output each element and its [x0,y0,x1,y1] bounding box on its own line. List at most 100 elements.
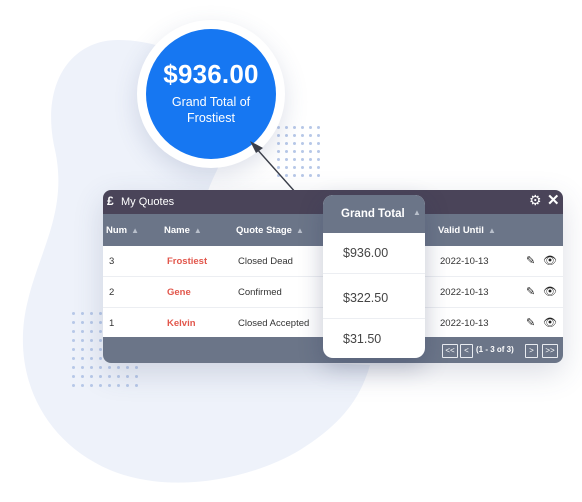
decor-dot [90,330,93,333]
cell-name-link[interactable]: Gene [167,287,191,298]
highlight-caption: Grand Total of Frostiest [171,95,251,125]
cell-num: 1 [109,318,115,329]
decor-dot [285,126,288,129]
decor-dot [72,321,75,324]
edit-icon[interactable]: ✎ [526,254,535,267]
decor-dot [277,142,280,145]
decor-dot [90,339,93,342]
decor-dot [317,150,320,153]
cell-quote-stage: Confirmed [238,287,282,298]
decor-dot [81,357,84,360]
decor-dot [117,375,120,378]
decor-dot [90,348,93,351]
cell-name-link[interactable]: Kelvin [167,318,196,329]
decor-dot [301,134,304,137]
decor-dot [90,384,93,387]
sort-icon: ▲︎ [193,226,202,235]
decor-dot [90,366,93,369]
decor-dot [72,330,75,333]
decor-dot [81,384,84,387]
view-icon[interactable]: 👁︎ [543,285,557,298]
decor-dot [301,142,304,145]
decor-dot [117,366,120,369]
decor-dot [99,312,102,315]
window-title: My Quotes [121,196,175,208]
decor-dot [72,357,75,360]
column-header-valid-until[interactable]: Valid Until ▲︎ [438,225,496,236]
decor-dot [72,339,75,342]
decor-dot [72,384,75,387]
column-header-grand-total[interactable]: Grand Total ▲︎ [323,195,425,233]
decor-dot [277,174,280,177]
grand-total-cell: $31.50 [343,332,382,346]
prev-page-button[interactable]: < [460,344,473,358]
cell-quote-stage: Closed Accepted [238,318,310,329]
decor-dot [277,150,280,153]
cell-name-link[interactable]: Frostiest [167,256,207,267]
decor-dot [81,339,84,342]
close-icon[interactable]: ✕ [547,191,560,209]
pagination-info: (1 - 3 of 3) [476,345,514,354]
decor-dot [285,158,288,161]
decor-dot [301,126,304,129]
edit-icon[interactable]: ✎ [526,316,535,329]
decor-dot [301,150,304,153]
decor-dot [309,174,312,177]
decor-dot [126,384,129,387]
decor-dot [117,384,120,387]
sort-icon: ▲︎ [487,226,496,235]
decor-dot [309,150,312,153]
last-page-button[interactable]: >> [542,344,558,358]
gear-icon[interactable]: ⚙ [529,192,542,209]
decor-dot [293,150,296,153]
decor-dot [90,357,93,360]
decor-dot [293,174,296,177]
highlight-amount: $936.00 [163,59,259,89]
decor-dot [317,142,320,145]
decor-dot [301,174,304,177]
decor-dot [317,174,320,177]
decor-dot [293,134,296,137]
decor-dot [135,384,138,387]
decor-dot [277,166,280,169]
grand-total-label: Grand Total [341,208,405,220]
decor-dot [301,158,304,161]
cell-valid-until: 2022-10-13 [440,287,489,298]
decor-dot [99,384,102,387]
decor-dot [81,375,84,378]
decor-dot [277,158,280,161]
cell-quote-stage: Closed Dead [238,256,293,267]
decor-dot [72,366,75,369]
decor-dot [72,312,75,315]
decor-dot [81,330,84,333]
decor-dot [99,348,102,351]
first-page-button[interactable]: << [442,344,458,358]
decor-dot [317,158,320,161]
decor-dot [309,158,312,161]
cell-valid-until: 2022-10-13 [440,256,489,267]
column-header-name[interactable]: Name ▲︎ [164,225,202,236]
decor-dot [309,126,312,129]
decor-dot [285,150,288,153]
decor-dot [90,321,93,324]
decor-dot [126,375,129,378]
decor-dot [90,375,93,378]
decor-dot [301,166,304,169]
dot-grid-top [277,126,327,186]
cell-valid-until: 2022-10-13 [440,318,489,329]
column-header-num[interactable]: Num ▲︎ [106,225,139,236]
decor-dot [81,348,84,351]
edit-icon[interactable]: ✎ [526,285,535,298]
view-icon[interactable]: 👁︎ [543,254,557,267]
decor-dot [99,330,102,333]
decor-dot [317,126,320,129]
column-header-quote-stage[interactable]: Quote Stage ▲︎ [236,225,304,236]
decor-dot [309,142,312,145]
decor-dot [108,384,111,387]
view-icon[interactable]: 👁︎ [543,316,557,329]
decor-dot [285,134,288,137]
decor-dot [293,142,296,145]
decor-dot [309,134,312,137]
next-page-button[interactable]: > [525,344,538,358]
decor-dot [277,134,280,137]
